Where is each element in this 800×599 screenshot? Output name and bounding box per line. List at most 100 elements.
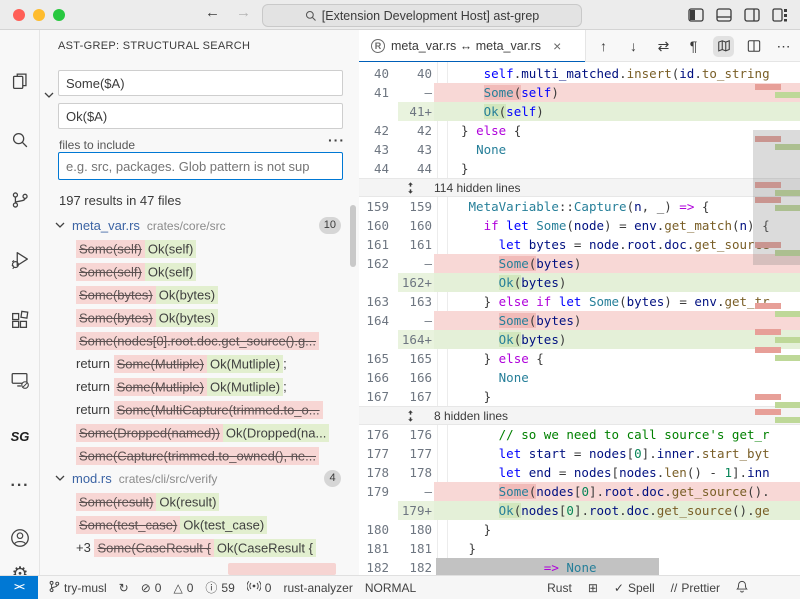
command-center[interactable]: [Extension Development Host] ast-grep [262, 4, 582, 27]
status-item-0[interactable]: ⊘0 [141, 581, 162, 595]
match-result-row[interactable]: Some(Dropped(named))Ok(Dropped(na... [40, 421, 359, 444]
code-line[interactable]: 4242} else { [359, 121, 800, 140]
search-icon[interactable] [8, 128, 32, 152]
match-result-row[interactable]: return Some(MultiCapture(trimmed.to_o... [40, 398, 359, 421]
overview-ruler[interactable] [753, 62, 800, 575]
map-view-icon[interactable] [713, 36, 734, 57]
account-icon[interactable] [8, 526, 32, 550]
code-line[interactable]: 179– Some(nodes[0].root.doc.get_source()… [359, 482, 800, 501]
status-item-0[interactable]: △0 [173, 581, 193, 595]
extensions-icon[interactable] [8, 308, 32, 332]
chevron-down-icon[interactable] [54, 468, 70, 490]
status-item-grid[interactable]: ⊞ [588, 581, 598, 595]
swap-sides-icon[interactable]: ⇄ [653, 36, 674, 57]
match-prefix: +3 [76, 540, 94, 555]
match-result-row[interactable]: Some(nodes[0].root.doc.get_source().g... [40, 329, 359, 352]
code-line[interactable]: 182182 => None [359, 558, 800, 575]
close-window-button[interactable] [13, 9, 25, 21]
more-views-icon[interactable]: ··· [8, 474, 32, 498]
code-line[interactable]: 160160 if let Some(node) = env.get_match… [359, 216, 800, 235]
tab-close-icon[interactable]: × [553, 38, 561, 54]
render-whitespace-icon[interactable]: ¶ [683, 36, 704, 57]
code-line[interactable]: 176176 // so we need to call source's ge… [359, 425, 800, 444]
status-item-0[interactable]: 0 [247, 580, 272, 595]
customize-layout-icon[interactable] [772, 8, 788, 27]
code-line[interactable]: 4040 self.multi_matched.insert(id.to_str… [359, 64, 800, 83]
remote-indicator[interactable]: >< [0, 576, 38, 599]
file-result-row[interactable]: meta_var.rscrates/core/src10 [40, 214, 359, 237]
status-item-spell[interactable]: ✓Spell [614, 581, 655, 595]
code-line[interactable]: 179+ Ok(nodes[0].root.doc.get_source().g… [359, 501, 800, 520]
code-line[interactable]: 165165 } else { [359, 349, 800, 368]
match-result-row[interactable]: return Some(Mutliple)Ok(Mutliple); [40, 352, 359, 375]
hidden-lines-separator[interactable]: 114 hidden lines [359, 178, 800, 197]
line-number-modified: 42 [395, 121, 432, 140]
match-result-row[interactable]: Some(bytes)Ok(bytes) [40, 306, 359, 329]
file-result-row[interactable]: mod.rscrates/cli/src/verify4 [40, 467, 359, 490]
match-result-row[interactable]: Some(bytes)Ok(bytes) [40, 283, 359, 306]
code-line[interactable]: 166166 None [359, 368, 800, 387]
code-line[interactable]: 159159 MetaVariable::Capture(n, _) => { [359, 197, 800, 216]
remote-explorer-icon[interactable] [8, 368, 32, 392]
zoom-window-button[interactable] [53, 9, 65, 21]
code-line[interactable]: 164– Some(bytes) [359, 311, 800, 330]
status-item-rust[interactable]: Rust [547, 581, 572, 595]
next-change-icon[interactable]: ↓ [623, 36, 644, 57]
toggle-primary-sidebar-icon[interactable] [688, 8, 704, 27]
status-item-normal[interactable]: NORMAL [365, 581, 416, 595]
status-item-sync[interactable]: ↻ [119, 581, 129, 595]
minimize-window-button[interactable] [33, 9, 45, 21]
split-editor-icon[interactable] [743, 36, 764, 57]
line-number-original: 178 [359, 463, 389, 482]
files-to-include-input[interactable] [58, 152, 343, 180]
status-item-rust-analyzer[interactable]: rust-analyzer [283, 581, 352, 595]
code-line[interactable]: 177177 let start = nodes[0].inner.start_… [359, 444, 800, 463]
status-item-prettier[interactable]: //Prettier [671, 581, 720, 595]
code-line[interactable]: 181181 } [359, 539, 800, 558]
more-actions-icon[interactable]: ⋯ [773, 36, 794, 57]
toggle-secondary-sidebar-icon[interactable] [744, 8, 760, 27]
previous-change-icon[interactable]: ↑ [593, 36, 614, 57]
chevron-down-icon[interactable] [54, 215, 70, 237]
hidden-lines-separator[interactable]: 8 hidden lines [359, 406, 800, 425]
tab-meta-var-diff[interactable]: R meta_var.rs ↔ meta_var.rs × [359, 30, 586, 62]
code-line[interactable]: 4343 None [359, 140, 800, 159]
code-token: [ [627, 446, 635, 461]
scrollbar-thumb[interactable] [753, 130, 800, 265]
line-number-modified: 162+ [395, 273, 432, 292]
results-summary: 197 results in 47 files [59, 193, 181, 208]
code-line[interactable]: 167167 } [359, 387, 800, 406]
search-details-more-icon[interactable]: ··· [328, 132, 345, 148]
code-line[interactable]: 162– Some(bytes) [359, 254, 800, 273]
code-line[interactable]: 161161 let bytes = node.root.doc.get_sou… [359, 235, 800, 254]
run-debug-icon[interactable] [8, 248, 32, 272]
match-result-row[interactable]: Some(result)Ok(result) [40, 490, 359, 513]
match-result-row[interactable]: Some(test_case)Ok(test_case) [40, 513, 359, 536]
diff-editor-content[interactable]: 4040 self.multi_matched.insert(id.to_str… [359, 62, 800, 575]
navigate-back-button[interactable]: ← [205, 4, 220, 21]
code-line[interactable]: 178178 let end = nodes[nodes.len() - 1].… [359, 463, 800, 482]
source-control-icon[interactable] [8, 188, 32, 212]
navigate-forward-button[interactable]: → [236, 4, 251, 21]
code-line[interactable]: 41+ Ok(self) [359, 102, 800, 121]
code-line[interactable]: 4444} [359, 159, 800, 178]
match-result-row[interactable]: Some(self)Ok(self) [40, 237, 359, 260]
explorer-icon[interactable] [8, 69, 32, 93]
rewrite-input[interactable] [58, 103, 343, 129]
pattern-input[interactable] [58, 70, 343, 96]
match-result-row[interactable]: +3 Some(CaseResult {Ok(CaseResult { [40, 536, 359, 559]
clipped-result-row[interactable] [228, 563, 336, 575]
sidebar-scrollbar[interactable] [350, 205, 356, 267]
match-result-row[interactable]: Some(self)Ok(self) [40, 260, 359, 283]
code-line[interactable]: 162+ Ok(bytes) [359, 273, 800, 292]
code-line[interactable]: 41– Some(self) [359, 83, 800, 102]
code-line[interactable]: 164+ Ok(bytes) [359, 330, 800, 349]
match-result-row[interactable]: return Some(Mutliple)Ok(Mutliple); [40, 375, 359, 398]
ast-grep-icon[interactable]: SG [8, 424, 32, 448]
toggle-panel-icon[interactable] [716, 8, 732, 27]
match-result-row[interactable]: Some(Capture(trimmed.to_owned(), ne... [40, 444, 359, 467]
toggle-rewrite-chevron-icon[interactable] [43, 88, 55, 106]
code-line[interactable]: 163163 } else if let Some(bytes) = env.g… [359, 292, 800, 311]
code-line[interactable]: 180180 } [359, 520, 800, 539]
code-token: { [506, 123, 521, 138]
